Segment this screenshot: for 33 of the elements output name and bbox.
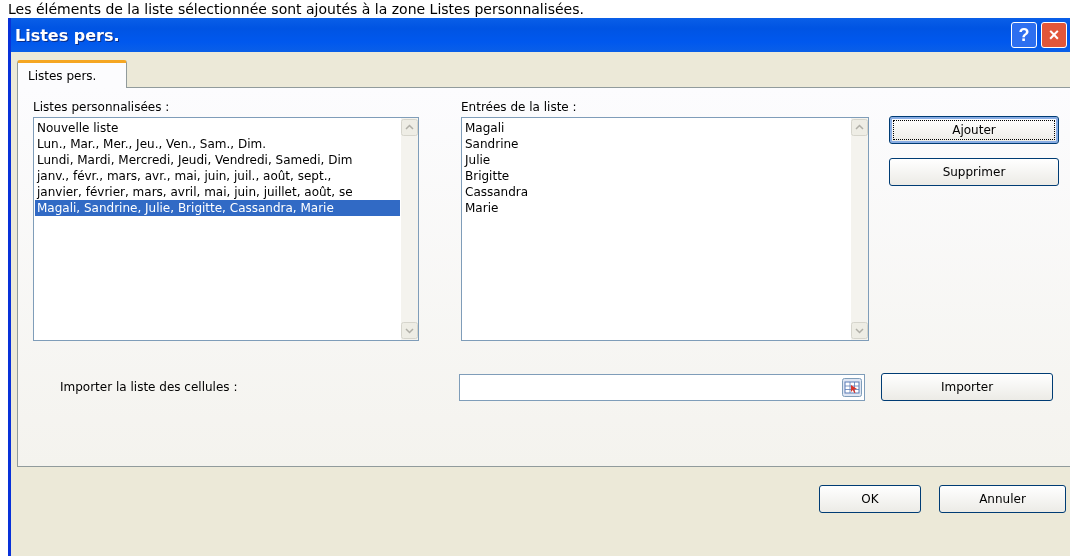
- list-entries-label: Entrées de la liste :: [461, 100, 578, 114]
- list-entry: Julie: [463, 152, 492, 168]
- import-range-field[interactable]: [459, 373, 865, 401]
- scroll-up-icon[interactable]: [851, 119, 868, 136]
- scroll-up-icon[interactable]: [401, 119, 418, 136]
- custom-lists-label: Listes personnalisées :: [33, 100, 171, 114]
- list-entry: Marie: [464, 200, 500, 216]
- scroll-down-icon[interactable]: [401, 322, 418, 339]
- window-title: Listes pers.: [15, 25, 121, 45]
- list-item[interactable]: janvier, février, mars, avril, mai, juin, juillet, août, se: [35, 184, 400, 200]
- caption-text: Les éléments de la liste sélectionnée sont ajoutés à la zone Listes personnalisées.: [8, 0, 585, 18]
- tab[interactable]: Listes pers.: [17, 60, 127, 88]
- list-entry: Brigitte: [464, 168, 511, 184]
- list-entry: Sandrine: [464, 136, 520, 152]
- list-item[interactable]: janv., févr., mars, avr., mai, juin, juil., août, sept.,: [35, 168, 400, 184]
- list-entries-box[interactable]: Magali Sandrine Julie Brigitte Cassandra Marie: [461, 117, 869, 341]
- cancel-button[interactable]: Annuler: [939, 485, 1066, 513]
- ok-button[interactable]: OK: [819, 485, 921, 513]
- list-item[interactable]: Magali, Sandrine, Julie, Brigitte, Cassandra, Marie: [35, 200, 400, 216]
- custom-lists-listbox[interactable]: [33, 117, 419, 341]
- list-item[interactable]: Lundi, Mardi, Mercredi, Jeudi, Vendredi, Samedi, Dim: [35, 152, 400, 168]
- import-button[interactable]: Importer: [881, 373, 1053, 401]
- list-entry: Cassandra: [464, 184, 530, 200]
- list-item[interactable]: Lun., Mar., Mer., Jeu., Ven., Sam., Dim.: [35, 136, 400, 152]
- import-label: Importer la liste des cellules :: [59, 380, 239, 394]
- delete-button[interactable]: Supprimer: [889, 158, 1059, 186]
- list-item[interactable]: Nouvelle liste: [35, 120, 400, 136]
- list-entry: Magali: [464, 120, 506, 136]
- range-select-icon[interactable]: [842, 377, 862, 397]
- add-button[interactable]: Ajouter: [889, 116, 1059, 144]
- scroll-down-icon[interactable]: [851, 322, 868, 339]
- help-button[interactable]: ?: [1011, 22, 1037, 48]
- close-button[interactable]: ×: [1041, 22, 1067, 48]
